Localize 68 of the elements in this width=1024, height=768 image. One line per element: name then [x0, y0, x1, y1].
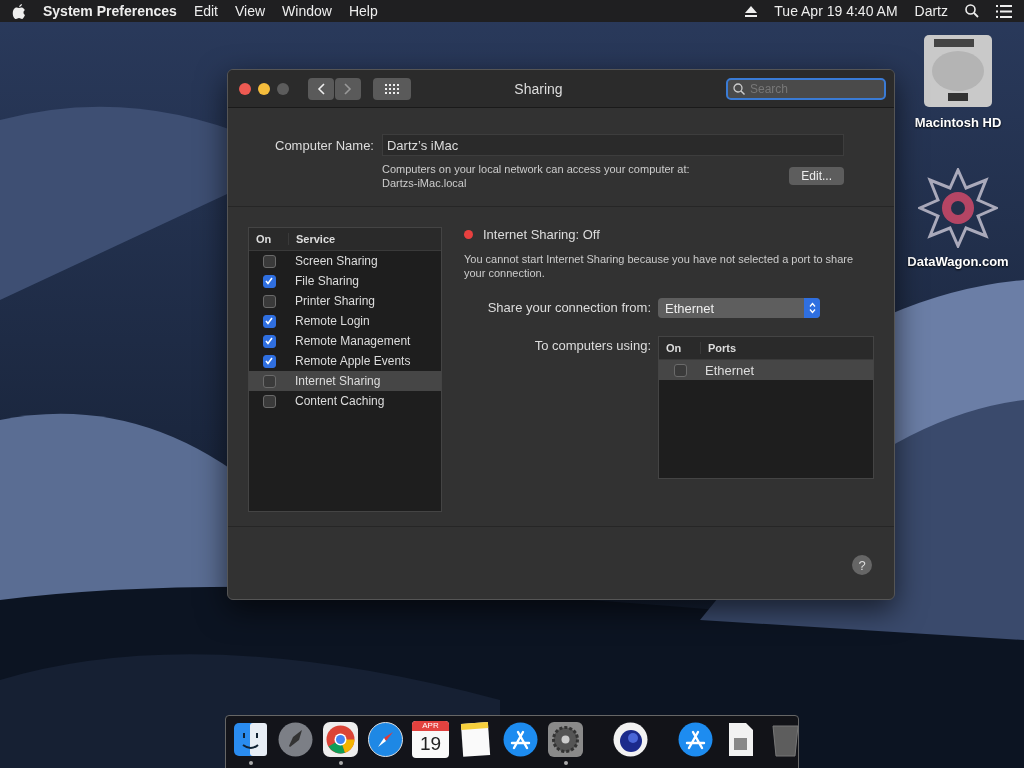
sphere-icon[interactable] [612, 721, 649, 758]
share-from-popup[interactable]: Ethernet [658, 298, 820, 318]
service-checkbox[interactable] [262, 354, 276, 368]
service-row[interactable]: Remote Login [249, 311, 441, 331]
computer-name-field[interactable]: Dartz’s iMac [382, 134, 844, 156]
status-message: You cannot start Internet Sharing because you have not selected a port to share your connection. [464, 252, 855, 280]
menu-item[interactable]: Window [282, 3, 332, 19]
minimize-button[interactable] [258, 82, 270, 95]
service-row[interactable]: Remote Management [249, 331, 441, 351]
menu-clock[interactable]: Tue Apr 19 4:40 AM [774, 3, 898, 19]
show-all-button[interactable] [373, 77, 411, 100]
service-checkbox[interactable] [262, 334, 276, 348]
app-menu[interactable]: System Preferences [43, 3, 177, 19]
updown-chevron-icon [808, 302, 816, 314]
edit-button[interactable]: Edit... [789, 167, 844, 185]
field-label: To computers using: [533, 337, 651, 353]
service-checkbox[interactable] [262, 394, 276, 408]
port-checkbox[interactable] [673, 363, 687, 377]
gear-icon[interactable] [547, 721, 584, 758]
field-label: Share your connection from: [486, 299, 651, 315]
face-icon[interactable] [232, 721, 269, 758]
chevron-left-icon [317, 82, 325, 95]
calendar-day: 19 [419, 731, 442, 756]
forward-button[interactable] [335, 77, 361, 100]
service-checkbox[interactable] [262, 294, 276, 308]
app-store-icon[interactable] [677, 721, 714, 758]
service-checkbox[interactable] [262, 374, 276, 388]
eject-icon[interactable] [745, 5, 758, 17]
back-button[interactable] [308, 77, 334, 100]
hard-drive-icon[interactable] [922, 33, 994, 109]
app-store-icon[interactable] [502, 721, 539, 758]
service-row[interactable]: Content Caching [249, 391, 441, 411]
desktop-icon-label: Macintosh HD [914, 115, 1002, 130]
menu-item[interactable]: Edit [193, 3, 218, 19]
address-note: Computers on your local network can access your computer at: Dartzs-iMac.local [382, 162, 690, 190]
service-row[interactable]: Remote Apple Events [249, 351, 441, 371]
column-header: On [249, 233, 289, 245]
status-text: Internet Sharing: Off [483, 227, 600, 242]
field-label: Computer Name: [275, 137, 374, 153]
help-button[interactable]: ? [852, 555, 872, 575]
apple-logo-icon[interactable] [12, 3, 26, 19]
user-menu[interactable]: Dartz [914, 3, 948, 19]
compass-icon[interactable] [367, 721, 404, 758]
service-row[interactable]: Printer Sharing [249, 291, 441, 311]
calendar-icon[interactable]: APR 19 [412, 721, 449, 758]
close-button[interactable] [239, 82, 251, 95]
menu-item[interactable]: View [235, 3, 266, 19]
service-row[interactable]: File Sharing [249, 271, 441, 291]
port-row[interactable]: Ethernet [659, 360, 873, 380]
desktop-icon-label: DataWagon.com [907, 254, 1009, 269]
list-icon[interactable] [996, 4, 1012, 18]
grid-icon [385, 83, 399, 94]
browser-icon[interactable] [322, 721, 359, 758]
menu-item[interactable]: Help [348, 3, 378, 19]
calendar-month: APR [412, 721, 449, 731]
service-checkbox[interactable] [262, 274, 276, 288]
service-checkbox[interactable] [262, 254, 276, 268]
search-icon [733, 82, 745, 95]
service-row[interactable]: Internet Sharing [249, 371, 441, 391]
service-checkbox[interactable] [262, 314, 276, 328]
search-icon[interactable] [965, 4, 979, 18]
column-header: On [659, 342, 701, 354]
window-title: Sharing [514, 80, 563, 97]
service-row[interactable]: Screen Sharing [249, 251, 441, 271]
star-logo-icon[interactable] [918, 168, 998, 248]
column-header: Ports [707, 342, 737, 354]
chevron-right-icon [344, 82, 352, 95]
column-header: Service [295, 233, 336, 245]
